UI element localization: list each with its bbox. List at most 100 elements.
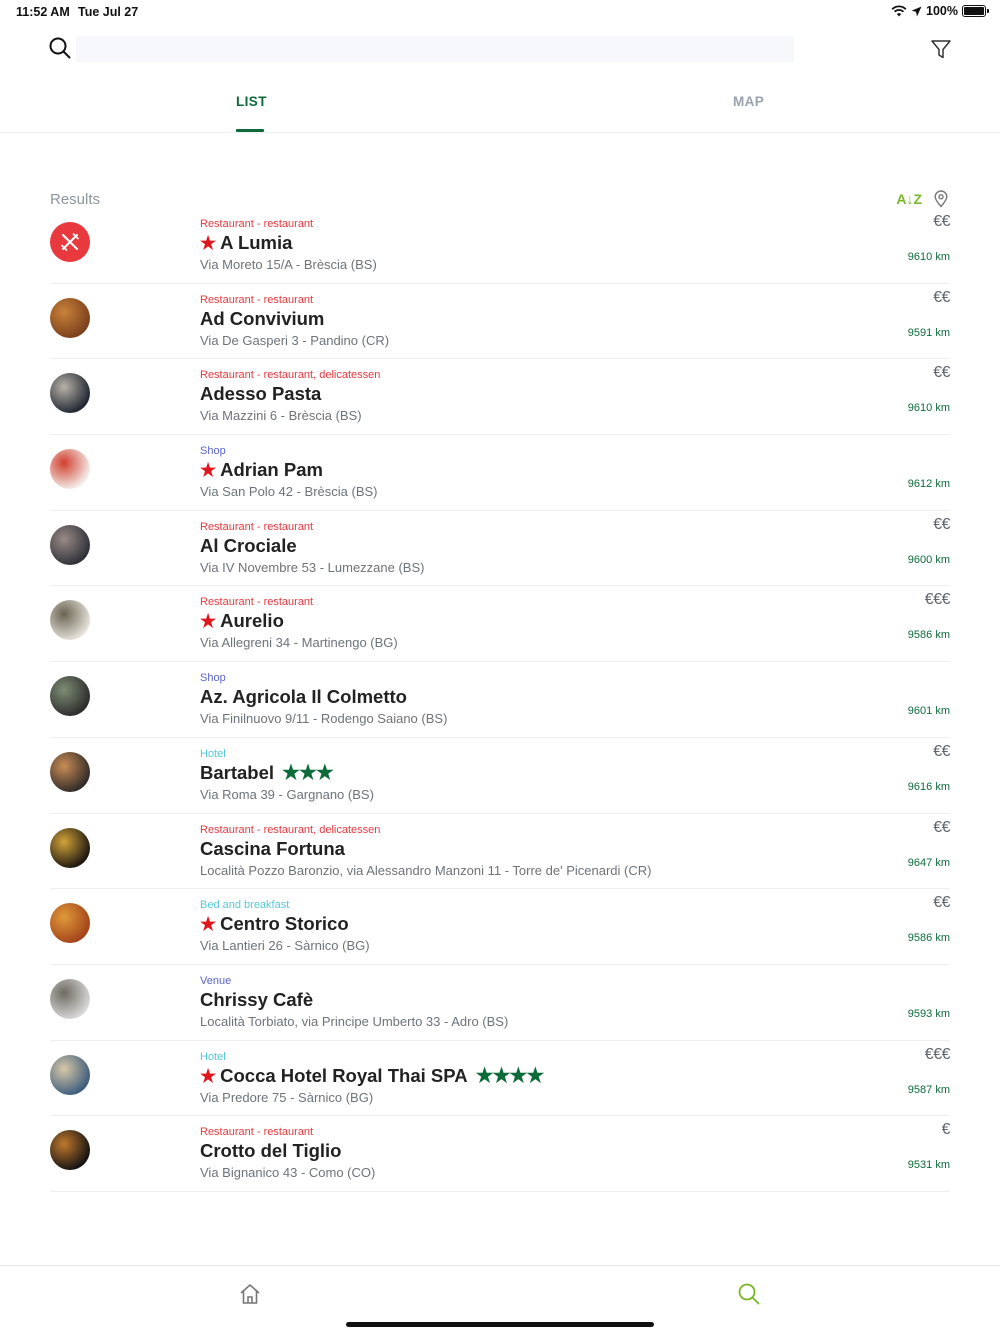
avatar (50, 978, 90, 1019)
results-label: Results (50, 191, 101, 208)
item-price: €€ (933, 213, 950, 230)
home-icon[interactable] (238, 1282, 262, 1306)
tab-map[interactable]: MAP (733, 94, 764, 109)
view-tabs: LIST MAP (0, 78, 1000, 133)
item-info: Venue Chrissy Cafè Località Torbiato, via … (200, 974, 840, 1030)
tab-list[interactable]: LIST (236, 94, 267, 109)
item-price: €€€ (924, 591, 951, 609)
status-bar: 11:52 AM Tue Jul 27 100% (0, 0, 1000, 24)
item-distance: 9586 km (907, 629, 950, 642)
item-distance: 9587 km (907, 1083, 950, 1096)
list-item[interactable]: Venue Chrissy Cafè Località Torbiato, via … (50, 965, 950, 1041)
item-address: Via Bignanico 43 - Como (CO) (200, 1165, 376, 1181)
item-address: Località Pozzo Baronzio, via Alessandro … (200, 862, 652, 878)
results-list: Restaurant - restaurant ★ A Lumia Via Moret… (50, 208, 951, 1192)
item-address: Via Moreto 15/A - Brèscia (BS) (200, 257, 377, 272)
bottom-navigation (0, 1265, 1000, 1334)
item-name: Crotto del Tiglio (200, 1140, 342, 1162)
item-name: Centro Storico (220, 913, 349, 935)
featured-star-icon: ★ (200, 233, 217, 253)
avatar (50, 600, 90, 641)
item-name: A Lumia (220, 232, 293, 253)
list-item[interactable]: Restaurant - restaurant ★ A Lumia Via Moret… (50, 208, 950, 284)
battery-percent: 100% (926, 4, 958, 18)
item-address: Località Torbiato, via Principe Umberto … (200, 1013, 509, 1029)
item-price: €€€ (924, 1045, 951, 1063)
item-category: Restaurant - restaurant (200, 293, 314, 306)
item-name-row: Az. Agricola Il Colmetto (200, 686, 840, 708)
item-category: Shop (200, 672, 226, 685)
item-info: Restaurant - restaurant, delicatessen Ade… (200, 368, 840, 424)
item-name-row: Bartabel ★★★ (200, 762, 840, 784)
list-item[interactable]: Restaurant - restaurant Crotto del Tiglio… (50, 1116, 951, 1192)
list-item[interactable]: Bed and breakfast ★ Centro Storico Via Lant… (50, 889, 950, 965)
item-name-row: ★ Aurelio (200, 610, 840, 632)
avatar (50, 449, 90, 490)
item-name-row: Crotto del Tiglio (200, 1140, 840, 1162)
battery-icon (962, 5, 989, 17)
item-distance: 9586 km (907, 932, 950, 945)
item-category: Restaurant - restaurant, delicatessen (200, 823, 381, 836)
search-input[interactable] (76, 36, 794, 62)
status-date: Tue Jul 27 (78, 5, 139, 19)
list-item[interactable]: Hotel ★ Cocca Hotel Royal Thai SPA ★★★★ Via … (50, 1041, 951, 1117)
item-info: Hotel Bartabel ★★★ Via Roma 39 - Gargnano (… (200, 747, 840, 803)
item-category: Hotel (200, 747, 226, 760)
item-name: Chrissy Cafè (200, 988, 314, 1010)
home-indicator (346, 1322, 654, 1327)
location-arrow-icon (911, 6, 922, 16)
item-address: Via Predore 75 - Sàrnico (BG) (200, 1089, 374, 1105)
item-info: Shop Az. Agricola Il Colmetto Via Finilnuo… (200, 671, 840, 727)
item-name: Bartabel (200, 761, 275, 783)
item-address: Via De Gasperi 3 - Pandino (CR) (200, 332, 390, 348)
search-icon[interactable] (48, 36, 72, 60)
item-price: €€ (933, 364, 950, 382)
results-header: Results A↓Z (50, 190, 950, 210)
avatar (50, 524, 90, 565)
featured-star-icon: ★ (200, 611, 217, 632)
sort-alphabetical-button[interactable]: A↓Z (896, 191, 922, 207)
item-info: Hotel ★ Cocca Hotel Royal Thai SPA ★★★★ Via … (200, 1050, 840, 1106)
item-distance: 9593 km (907, 1007, 950, 1020)
item-category: Restaurant - restaurant (200, 1126, 314, 1139)
item-info: Restaurant - restaurant Ad Convivium Via D… (200, 293, 840, 349)
item-price: €€ (933, 742, 950, 760)
item-price: €€ (933, 894, 950, 912)
item-name-row: Adesso Pasta (200, 383, 840, 405)
avatar (50, 373, 90, 414)
item-info: Restaurant - restaurant Al Crociale Via IV… (200, 520, 840, 576)
featured-star-icon: ★ (200, 914, 217, 935)
item-name-row: Al Crociale (200, 535, 840, 557)
item-distance: 9616 km (907, 780, 950, 793)
search-nav-icon[interactable] (737, 1282, 761, 1306)
item-distance: 9610 km (907, 251, 950, 263)
list-item[interactable]: Shop Az. Agricola Il Colmetto Via Finilnuo… (50, 662, 950, 738)
list-item[interactable]: Restaurant - restaurant, delicatessen Ade… (50, 359, 950, 436)
item-name: Aurelio (220, 610, 284, 632)
item-category: Restaurant - restaurant (200, 520, 314, 533)
list-item[interactable]: Hotel Bartabel ★★★ Via Roma 39 - Gargnano (… (50, 738, 950, 814)
active-tab-indicator (236, 129, 264, 132)
item-name: Az. Agricola Il Colmetto (200, 686, 407, 708)
avatar (50, 827, 90, 868)
list-item[interactable]: Restaurant - restaurant Al Crociale Via IV… (50, 511, 950, 587)
hotel-rating-stars-icon: ★★★ (282, 761, 334, 784)
item-name-row: Ad Convivium (200, 308, 840, 330)
list-item[interactable]: Restaurant - restaurant Ad Convivium Via D… (50, 284, 950, 360)
item-address: Via Mazzini 6 - Brèscia (BS) (200, 408, 362, 424)
avatar (50, 903, 90, 944)
item-name-row: Chrissy Cafè (200, 989, 840, 1011)
sort-by-distance-pin-icon[interactable] (932, 190, 950, 208)
item-name-row: Cascina Fortuna (200, 838, 840, 860)
item-category: Restaurant - restaurant, delicatessen (200, 369, 381, 382)
list-item[interactable]: Restaurant - restaurant ★ Aurelio Via Alleg… (50, 586, 951, 663)
item-address: Via Finilnuovo 9/11 - Rodengo Saiano (BS… (200, 711, 448, 727)
item-price: €€ (933, 288, 950, 306)
filter-icon[interactable] (930, 38, 952, 60)
item-info: Shop ★ Adrian Pam Via San Polo 42 - Brèscia… (200, 444, 840, 500)
list-item[interactable]: Restaurant - restaurant, delicatessen Cas… (50, 814, 950, 890)
list-item[interactable]: Shop ★ Adrian Pam Via San Polo 42 - Brèscia… (50, 435, 950, 511)
item-info: Restaurant - restaurant ★ Aurelio Via Alleg… (200, 595, 840, 651)
wifi-icon (891, 5, 907, 17)
item-address: Via Roma 39 - Gargnano (BS) (200, 786, 374, 802)
